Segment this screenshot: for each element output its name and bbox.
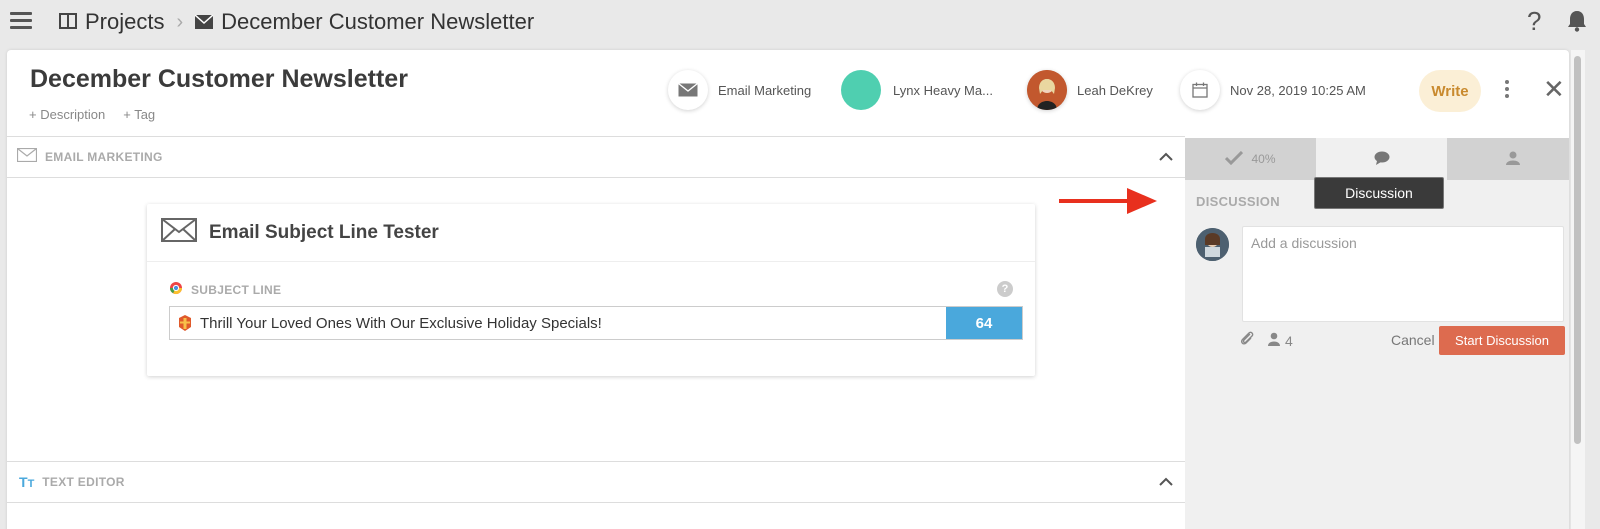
paperclip-icon[interactable] — [1239, 330, 1255, 353]
subject-line-tester-card: Email Subject Line Tester SUBJECT LINE ?… — [147, 204, 1035, 376]
status-badge[interactable]: Write — [1419, 70, 1481, 112]
breadcrumb: Projects › December Customer Newsletter — [59, 9, 534, 35]
owner-label: Leah DeKrey — [1077, 82, 1153, 98]
participants-icon[interactable] — [1267, 332, 1281, 351]
page-title: December Customer Newsletter — [30, 65, 408, 93]
title-sublinks: + Description + Tag — [29, 107, 155, 122]
section-label: EMAIL MARKETING — [45, 150, 163, 164]
tab-checklist[interactable]: 40% — [1185, 138, 1316, 180]
discussion-actions: 4 Cancel Start Discussion — [1239, 326, 1565, 356]
tester-header: Email Subject Line Tester — [147, 204, 1035, 262]
cancel-button[interactable]: Cancel — [1391, 332, 1435, 348]
chat-bubble-icon — [1374, 151, 1390, 168]
owner-meta[interactable]: Leah DeKrey — [1027, 70, 1153, 110]
text-editor-section-header[interactable]: TT TEXT EDITOR — [7, 461, 1185, 503]
subject-line-value: Thrill Your Loved Ones With Our Exclusiv… — [200, 314, 602, 332]
annotation-arrow — [1059, 188, 1157, 214]
close-icon[interactable]: ✕ — [1543, 76, 1565, 102]
chrome-icon — [169, 281, 183, 298]
text-format-icon: TT — [19, 474, 35, 490]
tab-people[interactable] — [1447, 138, 1569, 180]
checkmark-icon — [1225, 150, 1244, 168]
project-card: December Customer Newsletter + Descripti… — [7, 50, 1569, 529]
date-label: Nov 28, 2019 10:25 AM — [1230, 82, 1366, 98]
calendar-icon — [1180, 70, 1220, 110]
bell-icon[interactable] — [1567, 10, 1587, 37]
discussion-tooltip: Discussion — [1314, 177, 1444, 209]
category-meta[interactable]: Email Marketing — [668, 70, 811, 110]
right-panel: 40% Discussion DISCUSSION Add a discussi… — [1185, 138, 1569, 529]
top-bar: Projects › December Customer Newsletter … — [0, 0, 1600, 44]
scrollbar[interactable] — [1571, 50, 1585, 529]
chevron-up-icon[interactable] — [1159, 149, 1173, 167]
discussion-input[interactable]: Add a discussion — [1242, 226, 1564, 322]
avatar — [1027, 70, 1067, 110]
chevron-up-icon[interactable] — [1159, 474, 1173, 492]
envelope-icon — [16, 147, 38, 167]
add-tag-link[interactable]: + Tag — [123, 107, 155, 122]
user-add-icon — [1505, 151, 1521, 168]
avatar — [1196, 228, 1229, 261]
help-icon[interactable]: ? — [1527, 6, 1541, 37]
scrollbar-thumb[interactable] — [1574, 56, 1581, 444]
start-discussion-button[interactable]: Start Discussion — [1439, 326, 1565, 355]
category-label: Email Marketing — [718, 82, 812, 98]
tester-title: Email Subject Line Tester — [209, 221, 439, 243]
date-meta[interactable]: Nov 28, 2019 10:25 AM — [1180, 70, 1366, 110]
score-badge: 64 — [946, 307, 1022, 339]
subject-line-label: SUBJECT LINE — [169, 281, 281, 298]
board-icon — [59, 9, 77, 35]
envelope-icon — [668, 70, 708, 110]
section-label: TEXT EDITOR — [42, 475, 125, 489]
envelope-icon — [161, 218, 197, 247]
subject-line-field[interactable]: Thrill Your Loved Ones With Our Exclusiv… — [169, 306, 1023, 340]
tab-discussion[interactable] — [1316, 138, 1447, 180]
help-icon[interactable]: ? — [997, 281, 1013, 297]
chevron-right-icon: › — [176, 10, 184, 33]
subject-line-label-text: SUBJECT LINE — [191, 282, 282, 297]
client-meta[interactable]: Lynx Heavy Ma... — [841, 70, 993, 110]
gift-icon — [178, 315, 192, 331]
add-description-link[interactable]: + Description — [29, 107, 105, 122]
checklist-progress: 40% — [1251, 152, 1276, 166]
menu-icon[interactable] — [10, 12, 32, 30]
envelope-icon — [194, 9, 214, 35]
breadcrumb-projects[interactable]: Projects — [85, 9, 164, 35]
breadcrumb-current: December Customer Newsletter — [221, 9, 535, 34]
email-marketing-section-header[interactable]: EMAIL MARKETING — [7, 136, 1185, 178]
client-label: Lynx Heavy Ma... — [893, 82, 993, 98]
discussion-heading: DISCUSSION — [1196, 194, 1280, 209]
panel-tabs: 40% — [1185, 138, 1569, 180]
participants-count: 4 — [1285, 333, 1293, 349]
client-avatar — [841, 70, 881, 110]
more-options-icon[interactable] — [1505, 80, 1509, 101]
